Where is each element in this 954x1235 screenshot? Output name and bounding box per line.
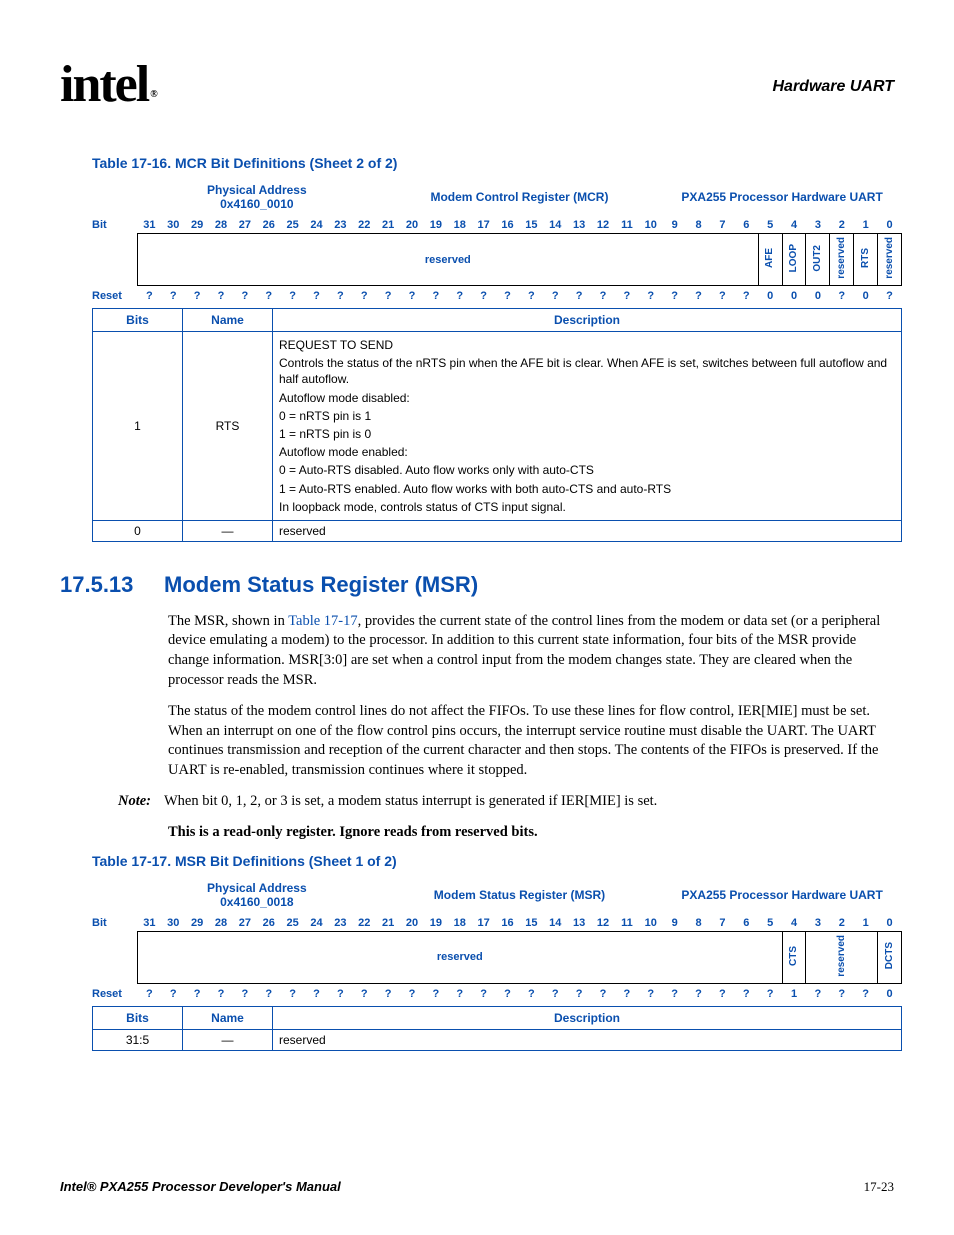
body-para-1: The MSR, shown in Table 17-17, provides … — [168, 612, 894, 690]
table-ref-link[interactable]: Table 17-17 — [288, 613, 357, 629]
field-reserved2: reserved — [806, 931, 878, 983]
field-out2: OUT2 — [806, 234, 830, 286]
phys-addr-label: Physical Address — [139, 183, 374, 197]
field-reserved: reserved — [137, 234, 758, 286]
hdr-desc: Description — [273, 309, 902, 332]
field-reserved: reserved — [137, 931, 782, 983]
chip-name: PXA255 Processor Hardware UART — [663, 875, 902, 915]
footer-page-number: 17-23 — [864, 1179, 894, 1195]
field-rts: RTS — [854, 234, 878, 286]
field-afe: AFE — [758, 234, 782, 286]
reset-label: Reset — [92, 286, 137, 305]
reg-name: Modem Control Register (MCR) — [376, 177, 663, 217]
reset-label: Reset — [92, 983, 137, 1002]
hdr-desc: Description — [273, 1006, 902, 1029]
chip-name: PXA255 Processor Hardware UART — [663, 177, 902, 217]
field-reserved3: reserved — [878, 234, 902, 286]
field-loop: LOOP — [782, 234, 806, 286]
reg-name: Modem Status Register (MSR) — [376, 875, 663, 915]
note: Note:When bit 0, 1, 2, or 3 is set, a mo… — [118, 792, 894, 812]
table-row: 31:5 — reserved — [93, 1029, 902, 1050]
field-dcts: DCTS — [878, 931, 902, 983]
body-para-2: The status of the modem control lines do… — [168, 702, 894, 780]
field-cts: CTS — [782, 931, 806, 983]
footer-left: Intel® PXA255 Processor Developer's Manu… — [60, 1179, 341, 1194]
hdr-name: Name — [183, 1006, 273, 1029]
table-row: 0 — reserved — [93, 520, 902, 541]
header-right: Hardware UART — [772, 78, 894, 96]
msr-register-table: Physical Address 0x4160_0018 Modem Statu… — [92, 875, 902, 1002]
bit-label: Bit — [92, 915, 137, 932]
phys-addr: 0x4160_0010 — [139, 197, 374, 211]
table1-caption: Table 17-16. MCR Bit Definitions (Sheet … — [92, 155, 894, 171]
bit-label: Bit — [92, 217, 137, 234]
hdr-name: Name — [183, 309, 273, 332]
bold-note: This is a read-only register. Ignore rea… — [168, 824, 894, 841]
mcr-desc-table: Bits Name Description 1 RTS REQUEST TO S… — [92, 308, 902, 542]
table2-caption: Table 17-17. MSR Bit Definitions (Sheet … — [92, 853, 894, 869]
field-reserved2: reserved — [830, 234, 854, 286]
hdr-bits: Bits — [93, 1006, 183, 1029]
intel-logo: intel® — [60, 55, 154, 114]
mcr-register-table: Physical Address 0x4160_0010 Modem Contr… — [92, 177, 902, 304]
section-heading: 17.5.13Modem Status Register (MSR) — [60, 572, 894, 598]
phys-addr-label: Physical Address — [139, 881, 374, 895]
phys-addr: 0x4160_0018 — [139, 895, 374, 909]
hdr-bits: Bits — [93, 309, 183, 332]
msr-desc-table: Bits Name Description 31:5 — reserved — [92, 1006, 902, 1051]
page-footer: Intel® PXA255 Processor Developer's Manu… — [60, 1179, 894, 1195]
table-row: 1 RTS REQUEST TO SEND Controls the statu… — [93, 332, 902, 521]
